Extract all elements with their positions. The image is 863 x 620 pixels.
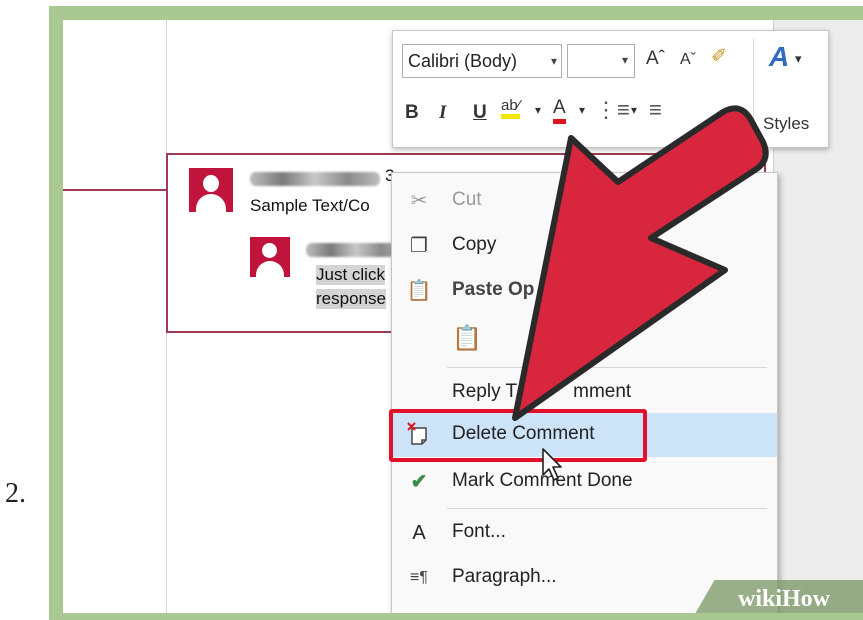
word-document-area: 3 Sample Text/Co Just click response Cal…: [63, 20, 863, 613]
scissors-icon: ✂: [410, 190, 428, 212]
context-menu: ✂ Cut ❐ Copy 📋 Paste Op 📋 Reply Tmment D…: [391, 172, 778, 613]
menu-separator: [447, 367, 767, 368]
menu-item-mark-comment-done[interactable]: ✔ Mark Comment Done: [392, 460, 777, 504]
menu-item-label: Reply Tmment: [452, 381, 632, 402]
font-color-icon[interactable]: A: [553, 97, 566, 124]
font-name-dropdown[interactable]: Calibri (Body) ▾: [402, 44, 562, 78]
author-avatar-icon: [189, 168, 233, 212]
italic-icon[interactable]: I: [439, 102, 446, 124]
paragraph-icon: ≡¶: [410, 569, 428, 586]
watermark-text: wikiHow: [738, 586, 831, 612]
chevron-down-icon[interactable]: ▾: [535, 103, 541, 117]
format-painter-icon[interactable]: ✐: [711, 45, 727, 68]
font-name-value: Calibri (Body): [408, 51, 518, 71]
menu-item-label: Paragraph...: [452, 566, 557, 587]
reply-text-line2: response: [316, 289, 386, 309]
chevron-down-icon: ▾: [550, 54, 557, 68]
chevron-down-icon[interactable]: ▾: [795, 51, 802, 67]
styles-label: Styles: [763, 114, 810, 133]
font-icon: A: [412, 522, 426, 544]
menu-item-label: Paste Op: [452, 279, 535, 300]
shrink-font-icon[interactable]: Aˇ: [680, 51, 696, 69]
paste-clipboard-icon: 📋: [452, 325, 482, 352]
comment-text: Sample Text/Co: [250, 196, 370, 215]
copy-icon: ❐: [410, 235, 428, 257]
reply-text-line1: Just click: [316, 265, 385, 285]
grow-font-icon[interactable]: Aˆ: [646, 48, 665, 70]
mouse-cursor-icon: [542, 448, 562, 481]
bold-icon[interactable]: B: [405, 102, 419, 124]
styles-icon[interactable]: A: [769, 41, 789, 73]
underline-icon[interactable]: U: [473, 102, 487, 124]
delete-comment-highlight-box: [389, 409, 647, 462]
chevron-down-icon[interactable]: ▾: [579, 103, 585, 117]
chevron-down-icon: ▾: [621, 53, 628, 67]
menu-item-paste-options: 📋 Paste Op: [392, 269, 777, 313]
menu-item-font[interactable]: A Font...: [392, 511, 777, 555]
highlight-color-icon[interactable]: ab⁄: [501, 97, 521, 119]
checkmark-icon: ✔: [410, 471, 428, 493]
menu-item-label: Cut: [452, 189, 482, 210]
comment-connector-line: [63, 189, 167, 191]
paste-icon: 📋: [406, 280, 432, 302]
menu-item-label: Copy: [452, 234, 497, 255]
toolbar-divider: [753, 39, 754, 139]
reply-author-avatar-icon: [250, 237, 290, 277]
menu-item-paste-keep-text[interactable]: 📋: [392, 317, 777, 361]
author-name-blurred: [250, 172, 380, 186]
menu-item-label: Font...: [452, 521, 506, 542]
menu-item-copy[interactable]: ❐ Copy: [392, 224, 777, 268]
step-number: 2.: [5, 478, 26, 509]
chevron-down-icon[interactable]: ▾: [631, 103, 637, 117]
numbering-icon[interactable]: ≡: [649, 97, 662, 123]
menu-separator: [447, 508, 767, 509]
bullets-icon[interactable]: ⋮≡: [595, 97, 630, 123]
font-size-dropdown[interactable]: ▾: [567, 44, 635, 78]
mini-toolbar: Calibri (Body) ▾ ▾ Aˆ Aˇ ✐ A ▾ B I U ab⁄…: [392, 30, 829, 148]
menu-item-cut[interactable]: ✂ Cut: [392, 179, 777, 223]
